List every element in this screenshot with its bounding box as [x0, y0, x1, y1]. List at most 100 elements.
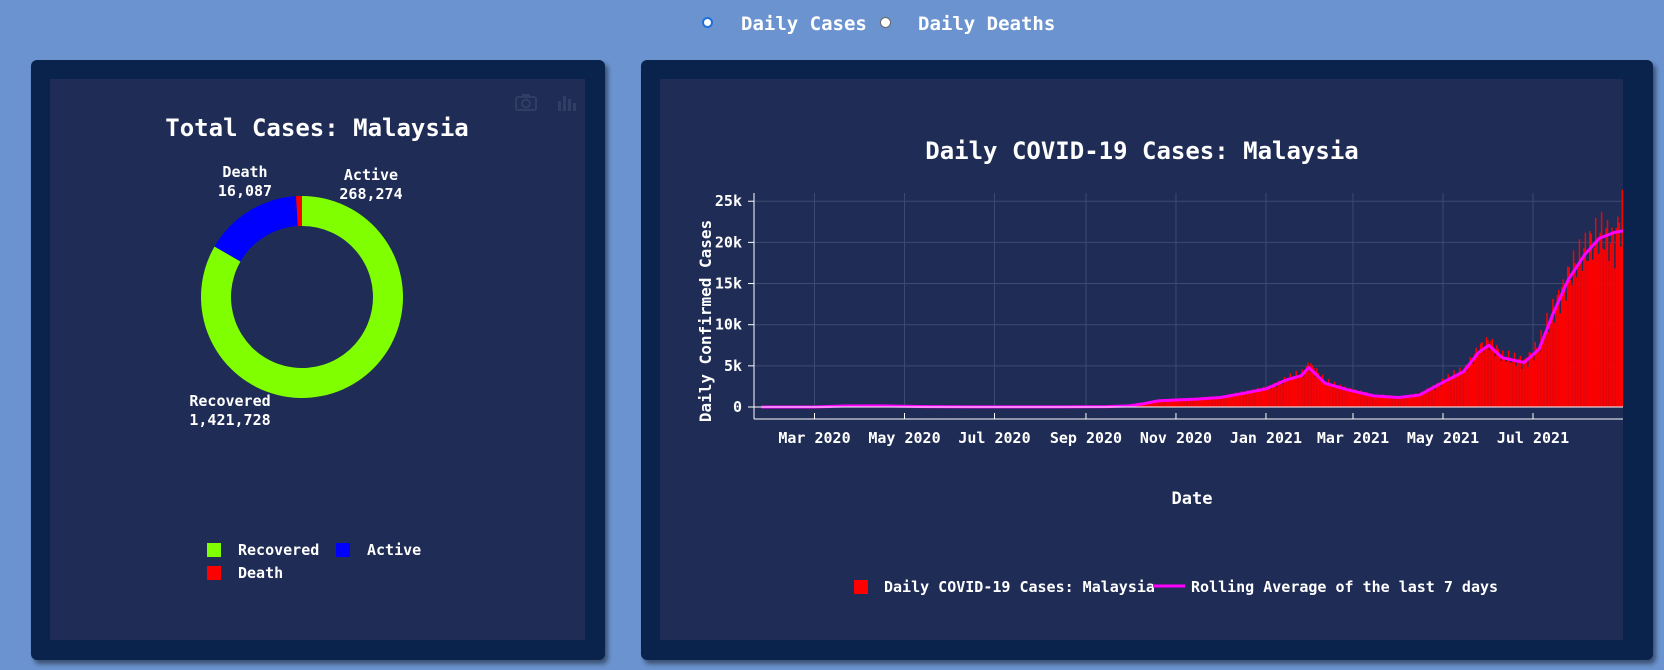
- daily-bar[interactable]: [1209, 399, 1212, 407]
- camera-icon[interactable]: [515, 94, 537, 111]
- daily-bar[interactable]: [1618, 222, 1621, 407]
- daily-bar[interactable]: [1413, 396, 1415, 407]
- daily-bar[interactable]: [1565, 300, 1567, 407]
- daily-bar[interactable]: [1341, 390, 1343, 407]
- daily-bar[interactable]: [1215, 399, 1218, 407]
- daily-bar[interactable]: [1274, 383, 1277, 407]
- daily-bar[interactable]: [1500, 361, 1503, 407]
- daily-bar[interactable]: [1494, 356, 1497, 407]
- daily-bar[interactable]: [1543, 338, 1545, 407]
- daily-bar[interactable]: [1581, 270, 1584, 407]
- daily-bar[interactable]: [1577, 267, 1579, 407]
- daily-bar[interactable]: [1293, 377, 1296, 407]
- daily-bar[interactable]: [1233, 395, 1235, 407]
- daily-bar[interactable]: [1558, 289, 1560, 407]
- daily-bar[interactable]: [1555, 306, 1557, 407]
- daily-bar[interactable]: [1286, 380, 1289, 407]
- daily-bar[interactable]: [1237, 394, 1240, 407]
- daily-bar[interactable]: [1592, 259, 1594, 407]
- daily-bar[interactable]: [1232, 395, 1234, 407]
- daily-bar[interactable]: [1395, 398, 1398, 407]
- daily-bar[interactable]: [1242, 393, 1244, 407]
- daily-bar[interactable]: [1606, 220, 1609, 407]
- daily-bar[interactable]: [1276, 387, 1278, 407]
- daily-bar[interactable]: [1568, 267, 1570, 407]
- daily-bar[interactable]: [1324, 383, 1327, 407]
- daily-bar[interactable]: [1466, 371, 1469, 407]
- daily-bar[interactable]: [1353, 392, 1355, 407]
- daily-bar[interactable]: [1593, 247, 1595, 407]
- daily-bar[interactable]: [1569, 279, 1572, 407]
- legend-label-active[interactable]: Active: [367, 541, 421, 559]
- daily-bar[interactable]: [1265, 389, 1268, 407]
- daily-bar[interactable]: [1468, 364, 1470, 407]
- daily-bar[interactable]: [1524, 358, 1526, 407]
- daily-bar[interactable]: [1288, 381, 1290, 407]
- daily-bar[interactable]: [1538, 351, 1541, 407]
- daily-bar[interactable]: [1463, 367, 1466, 407]
- daily-bar[interactable]: [1547, 331, 1550, 407]
- daily-bar[interactable]: [1454, 376, 1457, 407]
- daily-bar[interactable]: [1292, 379, 1294, 407]
- daily-bar[interactable]: [1541, 340, 1544, 407]
- daily-bar[interactable]: [1586, 260, 1588, 407]
- daily-bar[interactable]: [1351, 390, 1354, 407]
- daily-bar[interactable]: [1438, 382, 1441, 407]
- daily-bar[interactable]: [1617, 216, 1619, 407]
- daily-bar[interactable]: [1504, 361, 1507, 407]
- daily-bar[interactable]: [1493, 347, 1495, 407]
- daily-bar[interactable]: [1603, 249, 1606, 407]
- daily-bar[interactable]: [1580, 261, 1582, 407]
- daily-bar[interactable]: [1308, 371, 1311, 407]
- daily-bar[interactable]: [1472, 364, 1474, 407]
- daily-bar[interactable]: [1566, 266, 1569, 407]
- daily-bar[interactable]: [1522, 360, 1525, 407]
- daily-bar[interactable]: [1422, 394, 1424, 407]
- daily-bar[interactable]: [1389, 397, 1392, 407]
- daily-bar[interactable]: [1227, 397, 1230, 407]
- daily-bar[interactable]: [1243, 393, 1246, 407]
- legend-label-daily-cases[interactable]: Daily COVID-19 Cases: Malaysia: [884, 578, 1155, 596]
- daily-bar[interactable]: [1571, 285, 1573, 407]
- daily-bar[interactable]: [1456, 376, 1458, 407]
- daily-bar[interactable]: [1512, 359, 1514, 407]
- daily-bar[interactable]: [1497, 348, 1500, 407]
- daily-bar[interactable]: [1506, 360, 1508, 407]
- daily-bar[interactable]: [1519, 355, 1522, 407]
- daily-bar[interactable]: [1561, 286, 1563, 407]
- daily-bar[interactable]: [1412, 396, 1414, 407]
- daily-bar[interactable]: [1556, 295, 1559, 407]
- daily-bar[interactable]: [1299, 373, 1302, 407]
- daily-bar[interactable]: [1615, 228, 1618, 407]
- daily-bar[interactable]: [1385, 397, 1387, 407]
- bar-chart-icon[interactable]: [558, 96, 576, 111]
- daily-bar[interactable]: [1594, 217, 1597, 407]
- daily-bar[interactable]: [1260, 391, 1262, 407]
- daily-bar[interactable]: [1323, 380, 1325, 407]
- daily-bar[interactable]: [1530, 352, 1532, 407]
- daily-bar[interactable]: [1550, 313, 1553, 407]
- daily-bar[interactable]: [1525, 357, 1528, 407]
- daily-bar[interactable]: [1291, 378, 1293, 407]
- daily-bar[interactable]: [1335, 387, 1337, 407]
- daily-bar[interactable]: [1611, 227, 1613, 407]
- daily-cases-radio[interactable]: [702, 17, 713, 28]
- daily-bar[interactable]: [1509, 362, 1511, 407]
- daily-bar[interactable]: [1407, 397, 1410, 407]
- daily-bar[interactable]: [1434, 389, 1436, 407]
- daily-bar[interactable]: [1264, 390, 1266, 407]
- daily-bar[interactable]: [1451, 377, 1454, 407]
- daily-bar[interactable]: [1583, 248, 1585, 407]
- daily-bar[interactable]: [1499, 356, 1501, 407]
- daily-bar[interactable]: [1280, 382, 1283, 407]
- daily-bar[interactable]: [1428, 392, 1430, 407]
- daily-bar[interactable]: [1401, 398, 1404, 407]
- daily-bar[interactable]: [1440, 386, 1442, 407]
- daily-bar[interactable]: [1521, 368, 1523, 407]
- daily-bar[interactable]: [1596, 238, 1598, 407]
- daily-bar[interactable]: [1533, 360, 1535, 407]
- daily-bar[interactable]: [1473, 353, 1476, 407]
- daily-bar[interactable]: [1248, 393, 1250, 407]
- daily-bar[interactable]: [1369, 395, 1371, 407]
- legend-swatch-recovered[interactable]: [207, 543, 221, 557]
